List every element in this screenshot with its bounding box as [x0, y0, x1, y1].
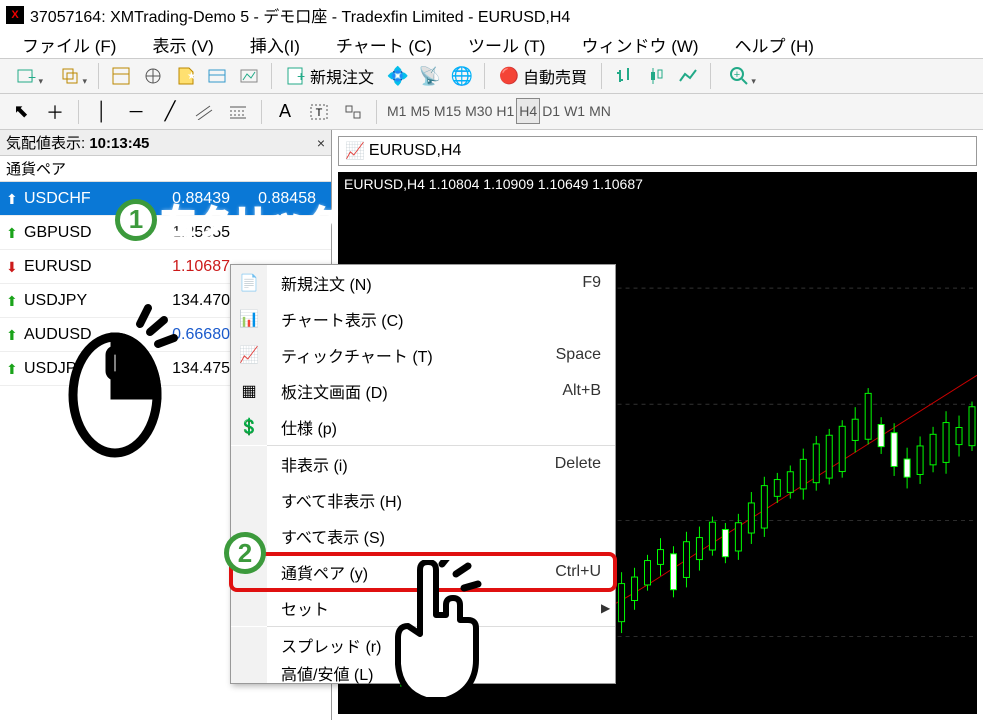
main-toolbar: + ★ + 新規注文 💠 📡 🌐 🔴自動売買 +: [0, 58, 983, 94]
new-chart-icon[interactable]: +: [6, 62, 46, 90]
separator: [98, 63, 99, 89]
up-arrow-icon: ⬆: [6, 192, 20, 206]
market-watch-header: 通貨ペア: [0, 156, 331, 182]
up-arrow-icon: ⬆: [6, 226, 20, 240]
draw-toolbar: ⬉ ＋ │ ─ ╱ A T M1M5M15M30H1H4D1W1MN: [0, 94, 983, 130]
data-window-icon[interactable]: ★: [171, 62, 199, 90]
ctx-s[interactable]: すべて表示 (S): [231, 518, 615, 554]
menu-window[interactable]: ウィンドウ (W): [563, 30, 716, 59]
menu-tools[interactable]: ツール (T): [450, 30, 563, 59]
svg-text:+: +: [734, 69, 740, 81]
auto-trade-button[interactable]: 🔴自動売買: [493, 62, 593, 90]
chart-window-title[interactable]: 📈 EURUSD,H4: [338, 136, 977, 166]
profiles-icon[interactable]: [50, 62, 90, 90]
metaquotes-icon[interactable]: 💠: [384, 62, 412, 90]
chart-icon: 📈: [345, 141, 365, 161]
zoom-in-icon[interactable]: +: [719, 62, 759, 90]
objects-icon[interactable]: [338, 98, 368, 126]
fibo-icon[interactable]: [223, 98, 253, 126]
timeframe-m15[interactable]: M15: [432, 99, 463, 123]
ctx-n[interactable]: 📄新規注文 (N)F9: [231, 265, 615, 301]
signals-icon[interactable]: 📡: [416, 62, 444, 90]
menu-chart[interactable]: チャート (C): [318, 30, 450, 59]
up-arrow-icon: ⬆: [6, 294, 20, 308]
hline-icon[interactable]: ─: [121, 98, 151, 126]
timeframe-h4[interactable]: H4: [516, 98, 540, 124]
window-title: 37057164: XMTrading-Demo 5 - デモ口座 - Trad…: [30, 3, 570, 27]
menubar: ファイル (F) 表示 (V) 挿入(I) チャート (C) ツール (T) ウ…: [0, 30, 983, 58]
terminal-icon[interactable]: [203, 62, 231, 90]
label-icon[interactable]: T: [304, 98, 334, 126]
menu-file[interactable]: ファイル (F): [4, 30, 134, 59]
menu-insert[interactable]: 挿入(I): [232, 30, 318, 59]
timeframe-m5[interactable]: M5: [408, 99, 431, 123]
annotation-step-2: 2: [224, 532, 266, 574]
svg-text:T: T: [316, 107, 323, 119]
menu-item-icon: 📈: [231, 337, 267, 373]
menu-item-icon: 📊: [231, 301, 267, 337]
channel-icon[interactable]: [189, 98, 219, 126]
menu-help[interactable]: ヘルプ (H): [717, 30, 832, 59]
timeframe-m30[interactable]: M30: [463, 99, 494, 123]
ctx-h[interactable]: すべて非表示 (H): [231, 482, 615, 518]
timeframe-d1[interactable]: D1: [540, 99, 562, 123]
menu-view[interactable]: 表示 (V): [134, 30, 231, 59]
menu-item-icon: 📄: [231, 265, 267, 301]
line-chart-icon[interactable]: [674, 62, 702, 90]
new-order-button[interactable]: + 新規注文: [280, 62, 380, 90]
bar-chart-icon[interactable]: [610, 62, 638, 90]
ctx-d[interactable]: ▦板注文画面 (D)Alt+B: [231, 373, 615, 409]
menu-item-icon: 💲: [231, 409, 267, 445]
ctx-c[interactable]: 📊チャート表示 (C): [231, 301, 615, 337]
menu-item-icon: ▦: [231, 373, 267, 409]
timeframe-w1[interactable]: W1: [562, 99, 587, 123]
up-arrow-icon: ⬆: [6, 328, 20, 342]
candle-chart-icon[interactable]: [642, 62, 670, 90]
market-watch-toggle-icon[interactable]: [107, 62, 135, 90]
strategy-tester-icon[interactable]: [235, 62, 263, 90]
timeframe-h1[interactable]: H1: [494, 99, 516, 123]
ctx-i[interactable]: 非表示 (i)Delete: [231, 446, 615, 482]
separator: [271, 63, 272, 89]
svg-text:★: ★: [187, 71, 195, 82]
app-logo-icon: X: [6, 6, 24, 24]
navigator-toggle-icon[interactable]: [139, 62, 167, 90]
menu-item-icon: [231, 482, 267, 518]
cursor-icon[interactable]: ⬉: [6, 98, 36, 126]
menu-item-icon: [231, 590, 267, 626]
up-arrow-icon: ⬆: [6, 362, 20, 376]
down-arrow-icon: ⬇: [6, 260, 20, 274]
ctx-t[interactable]: 📈ティックチャート (T)Space: [231, 337, 615, 373]
timeframe-mn[interactable]: MN: [587, 99, 613, 123]
chart-ohlc-text: EURUSD,H4 1.10804 1.10909 1.10649 1.1068…: [344, 176, 643, 192]
ctx-p[interactable]: 💲仕様 (p): [231, 409, 615, 445]
text-icon[interactable]: A: [270, 98, 300, 126]
menu-item-icon: [231, 663, 267, 683]
mouse-right-click-icon: [60, 290, 180, 465]
separator: [601, 63, 602, 89]
separator: [710, 63, 711, 89]
timeframe-m1[interactable]: M1: [385, 99, 408, 123]
svg-text:+: +: [297, 68, 305, 84]
menu-item-icon: [231, 446, 267, 482]
crosshair-icon[interactable]: ＋: [40, 98, 70, 126]
close-icon[interactable]: ×: [317, 135, 325, 151]
trendline-icon[interactable]: ╱: [155, 98, 185, 126]
svg-text:+: +: [28, 69, 36, 85]
separator: [484, 63, 485, 89]
annotation-step-1: 1 右クリック: [115, 195, 341, 244]
hand-pointer-icon: [380, 560, 490, 715]
vps-icon[interactable]: 🌐: [448, 62, 476, 90]
vline-icon[interactable]: │: [87, 98, 117, 126]
market-watch-title: 気配値表示: 10:13:45 ×: [0, 130, 331, 156]
window-titlebar: X 37057164: XMTrading-Demo 5 - デモ口座 - Tr…: [0, 0, 983, 30]
menu-item-icon: [231, 627, 267, 663]
